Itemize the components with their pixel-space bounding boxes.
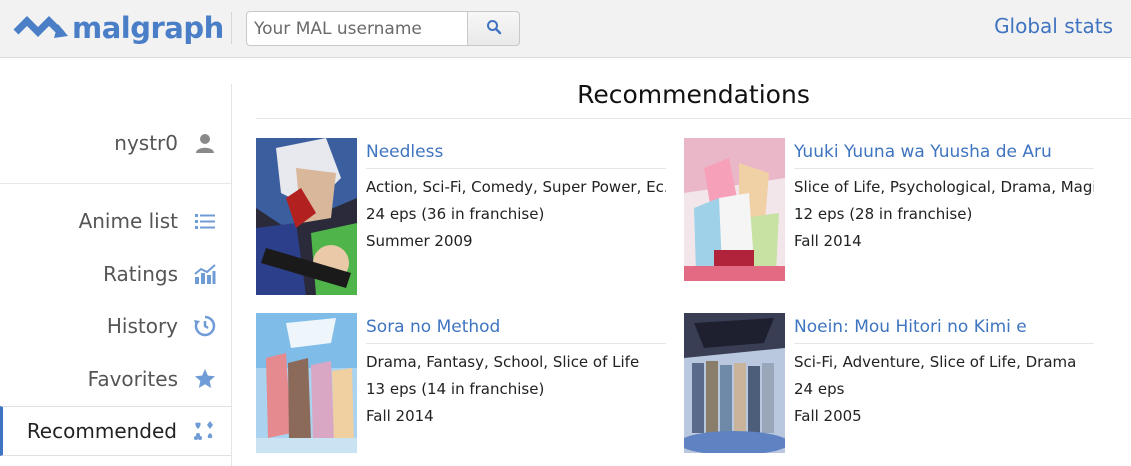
genres-text: Sci-Fi, Adventure, Slice of Life, Drama	[794, 353, 1077, 371]
global-stats-link[interactable]: Global stats	[994, 14, 1113, 38]
sidebar-item-label: Ratings	[103, 262, 178, 286]
recommendation-card: Sora no Method Drama, Fantasy, School, S…	[256, 313, 676, 466]
search-icon	[486, 19, 502, 39]
malgraph-logo-icon	[10, 6, 70, 50]
season-text: Summer 2009	[366, 232, 473, 250]
cover-image[interactable]	[684, 138, 785, 281]
anime-title-link[interactable]: Yuuki Yuuna wa Yuusha de Aru	[794, 142, 1094, 169]
username-search-input[interactable]	[246, 11, 468, 46]
suits-icon	[191, 418, 217, 444]
main-content: Recommendations Needless Action, Sci-Fi,…	[256, 58, 1131, 466]
genres-text: Drama, Fantasy, School, Slice of Life	[366, 353, 640, 371]
username-label: nystr0	[114, 131, 178, 155]
season-text: Fall 2014	[794, 232, 862, 250]
sidebar-item-label: History	[106, 314, 178, 338]
episodes-text: 12 eps (28 in franchise)	[794, 205, 973, 223]
search-button[interactable]	[467, 11, 520, 46]
logo-text: malgraph	[72, 11, 224, 45]
anime-title-link[interactable]: Sora no Method	[366, 317, 666, 344]
episodes-text: 24 eps	[794, 380, 845, 398]
card-details: Sora no Method Drama, Fantasy, School, S…	[366, 317, 666, 426]
page-title: Recommendations	[577, 80, 810, 109]
sidebar-item-label: Favorites	[87, 367, 178, 391]
episodes-text: 13 eps (14 in franchise)	[366, 380, 545, 398]
history-icon	[192, 313, 218, 339]
recommendation-card: Noein: Mou Hitori no Kimi e Sci-Fi, Adve…	[684, 313, 1104, 466]
bar-chart-icon	[192, 261, 218, 287]
episodes-text: 24 eps (36 in franchise)	[366, 205, 545, 223]
sidebar-item-label: Anime list	[78, 209, 178, 233]
sidebar-item-label: Recommended	[26, 419, 177, 443]
anime-title-link[interactable]: Noein: Mou Hitori no Kimi e	[794, 317, 1094, 344]
title-divider	[256, 118, 1131, 119]
anime-title-link[interactable]: Needless	[366, 142, 666, 169]
sidebar-item-history[interactable]: History	[0, 301, 232, 351]
card-details: Yuuki Yuuna wa Yuusha de Aru Slice of Li…	[794, 142, 1094, 251]
header-divider	[231, 12, 232, 44]
sidebar-user[interactable]: nystr0	[0, 118, 232, 168]
sidebar-item-ratings[interactable]: Ratings	[0, 249, 232, 299]
genres-text: Slice of Life, Psychological, Drama, Mag…	[794, 178, 1094, 196]
genres-text: Action, Sci-Fi, Comedy, Super Power, Ec.…	[366, 178, 666, 196]
card-details: Noein: Mou Hitori no Kimi e Sci-Fi, Adve…	[794, 317, 1094, 426]
logo[interactable]: malgraph	[10, 8, 224, 48]
sidebar: nystr0 Anime list Ratings History Favori…	[0, 58, 232, 466]
season-text: Fall 2005	[794, 407, 862, 425]
sidebar-item-favorites[interactable]: Favorites	[0, 354, 232, 404]
recommendation-card: Needless Action, Sci-Fi, Comedy, Super P…	[256, 138, 676, 298]
season-text: Fall 2014	[366, 407, 434, 425]
card-details: Needless Action, Sci-Fi, Comedy, Super P…	[366, 142, 666, 251]
cover-image[interactable]	[256, 138, 357, 295]
sidebar-item-anime-list[interactable]: Anime list	[0, 196, 232, 246]
list-icon	[192, 208, 218, 234]
sidebar-item-recommended[interactable]: Recommended	[0, 406, 232, 456]
cover-image[interactable]	[256, 313, 357, 453]
sidebar-separator	[0, 183, 232, 184]
top-bar: malgraph Global stats	[0, 0, 1131, 58]
cover-image[interactable]	[684, 313, 785, 453]
sidebar-divider	[231, 84, 232, 466]
recommendation-card: Yuuki Yuuna wa Yuusha de Aru Slice of Li…	[684, 138, 1104, 298]
star-icon	[192, 366, 218, 392]
user-icon	[192, 130, 218, 156]
